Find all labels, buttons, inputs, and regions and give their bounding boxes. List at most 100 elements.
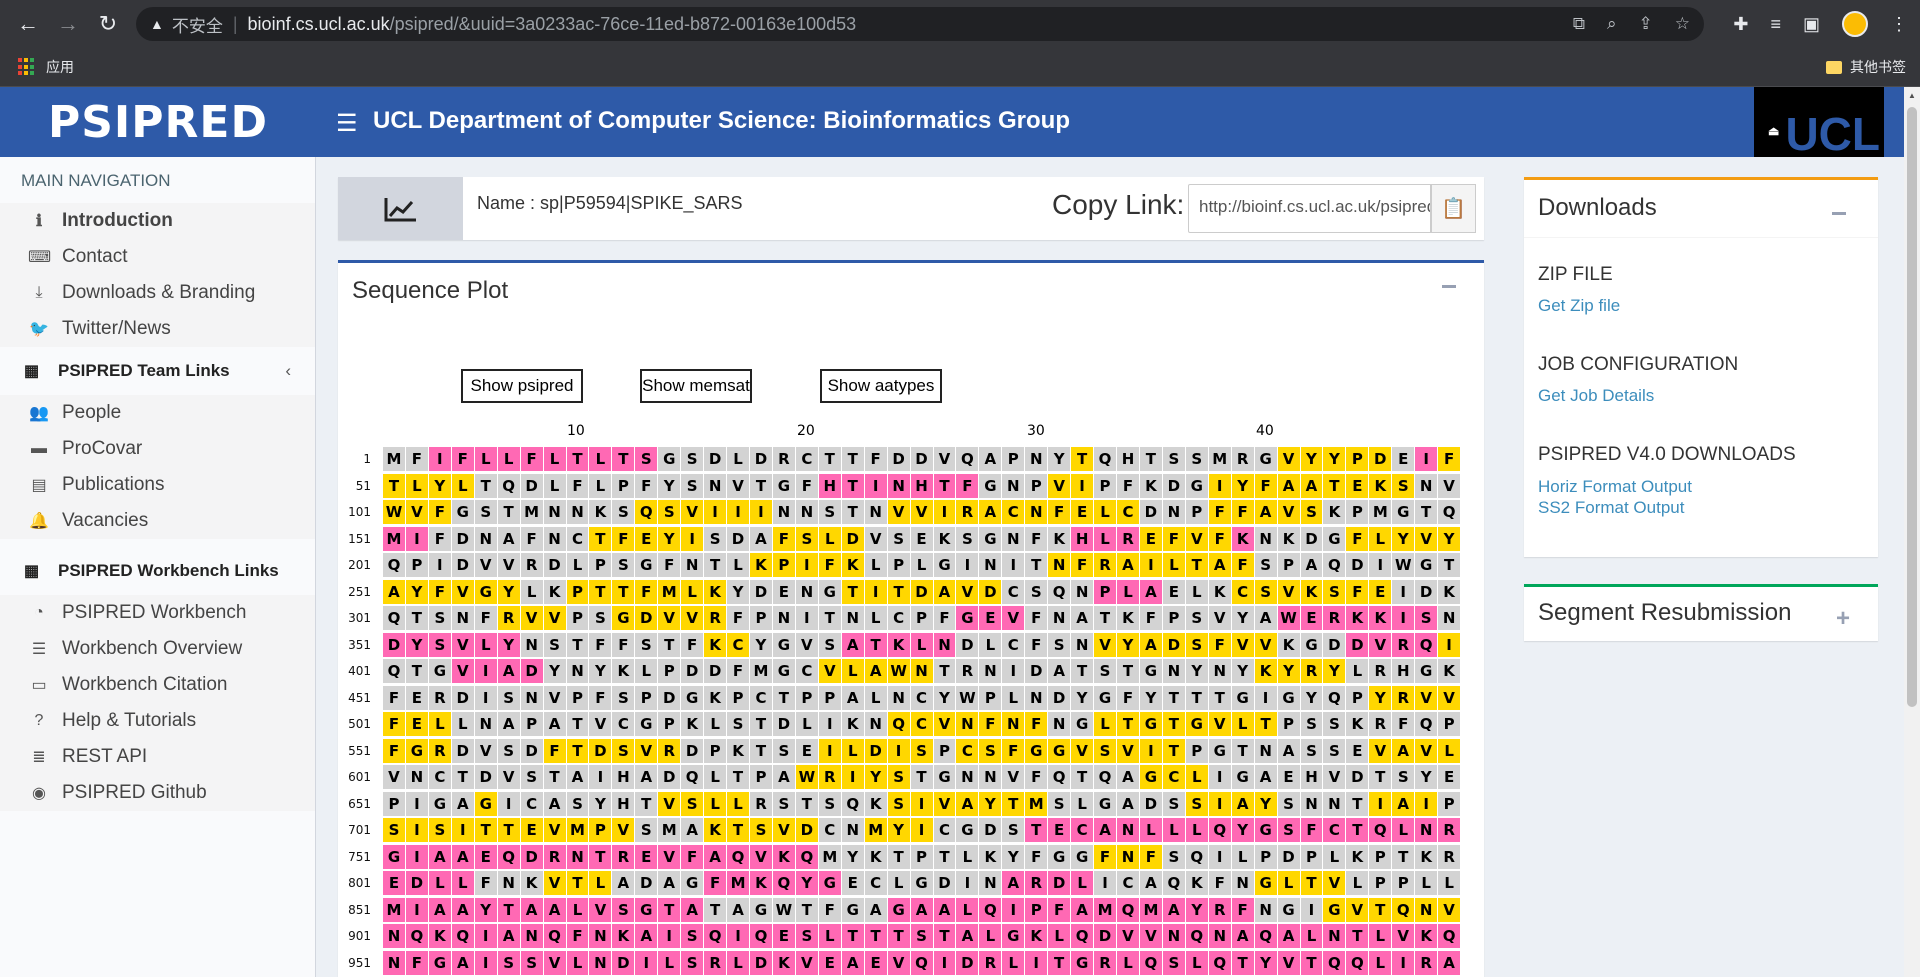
residue-cell: S [750, 818, 773, 843]
residue-cell: F [1002, 738, 1026, 763]
residue-cell: P [383, 791, 406, 816]
residue-cell: M [727, 871, 750, 896]
sidebar-item-label: Publications [62, 474, 165, 495]
clipboard-button[interactable]: 📋 [1431, 184, 1476, 233]
sidebar-item-workbench-overview[interactable]: ☰ Workbench Overview [0, 631, 315, 667]
sequence-row: 801 E D L L F N K V T L A D A G F M K Q Y G E C L G D I N A R D L I C A Q K F… [338, 870, 1462, 897]
sidebar-item-downloads-branding[interactable]: ⤓ Downloads & Branding [0, 275, 315, 311]
sidebar-item-publications[interactable]: ▤ Publications [0, 467, 315, 503]
sidepanel-icon[interactable]: ▣ [1803, 14, 1820, 35]
residue-cell: K [933, 526, 957, 551]
sidebar-item-help-tutorials[interactable]: ? Help & Tutorials [0, 703, 315, 739]
residue-cell: S [520, 950, 544, 975]
residue-cell: Y [887, 818, 911, 843]
residue-cell: P [1369, 844, 1393, 869]
collapse-icon[interactable] [1442, 285, 1456, 288]
sidebar-item-procovar[interactable]: ▬ ProCovar [0, 431, 315, 467]
residue-cell: D [727, 526, 750, 551]
ss2-format-link[interactable]: SS2 Format Output [1538, 498, 1684, 518]
forward-icon[interactable]: → [50, 6, 86, 42]
residue-cell: L [864, 606, 888, 631]
horiz-format-link[interactable]: Horiz Format Output [1538, 477, 1692, 497]
residue-cell: F [1117, 473, 1140, 498]
sidebar-item-introduction[interactable]: ℹ Introduction [0, 203, 315, 239]
residue-cell: M [864, 818, 888, 843]
residue-cell: G [887, 897, 911, 922]
ucl-logo[interactable]: ⏏ UCL [1754, 87, 1884, 157]
residue-cell: S [681, 447, 705, 472]
page-header: PSIPRED ☰ UCL Department of Computer Sci… [0, 87, 1904, 157]
sidebar-item-vacancies[interactable]: 🔔 Vacancies [0, 503, 315, 539]
hamburger-icon[interactable]: ☰ [336, 109, 358, 138]
extensions-icon[interactable]: ✚ [1733, 14, 1748, 35]
residue-cell: N [1415, 897, 1439, 922]
share-icon[interactable]: ⇪ [1639, 14, 1653, 34]
url-text[interactable]: bioinf.cs.ucl.ac.uk/psipred/&uuid=3a0233… [248, 14, 857, 35]
residue-cell: I [956, 871, 980, 896]
residue-cell: D [1048, 871, 1072, 896]
sidebar-item-rest-api[interactable]: ≣ REST API [0, 739, 315, 775]
star-icon[interactable]: ☆ [1675, 14, 1690, 34]
residue-cell: A [864, 659, 888, 684]
page-scrollbar[interactable]: ▲ [1904, 87, 1920, 977]
copy-link-input[interactable]: http://bioinf.cs.ucl.ac.uk/psipred/&uuid… [1188, 184, 1431, 233]
residue-cell: Q [543, 924, 567, 949]
address-bar[interactable]: ▲ 不安全 | bioinf.cs.ucl.ac.uk/psipred/&uui… [136, 7, 1704, 41]
residue-cell: S [1300, 712, 1324, 737]
show-aatypes-button[interactable]: Show aatypes [820, 369, 942, 403]
residue-cell: V [589, 712, 613, 737]
back-icon[interactable]: ← [10, 6, 46, 42]
workbench-links-group[interactable]: ▦ PSIPRED Workbench Links [0, 547, 315, 595]
residue-cell: V [1277, 950, 1301, 975]
menu-icon[interactable]: ⋮ [1890, 14, 1908, 35]
grid-icon: ▦ [24, 363, 40, 380]
segment-resubmission-panel: Segment Resubmission + [1524, 584, 1878, 641]
get-zip-link[interactable]: Get Zip file [1538, 296, 1620, 316]
job-info-box: Name : sp|P59594|SPIKE_SARS Copy Link: h… [338, 177, 1484, 240]
residue-cell: L [451, 712, 475, 737]
residue-cell: T [497, 818, 521, 843]
sidebar-item-workbench-citation[interactable]: ▭ Workbench Citation [0, 667, 315, 703]
residue-cell: R [704, 606, 728, 631]
apps-icon[interactable] [18, 58, 36, 76]
psipred-logo[interactable]: PSIPRED [0, 87, 316, 157]
residue-cell: T [1117, 712, 1140, 737]
residue-cell: K [681, 712, 705, 737]
residue-cell: F [1025, 712, 1049, 737]
sidebar-item-label: ProCovar [62, 438, 143, 459]
expand-icon[interactable]: + [1836, 605, 1850, 633]
sidebar-item-contact[interactable]: ⌨ Contact [0, 239, 315, 275]
profile-avatar[interactable] [1842, 11, 1868, 37]
team-links-group[interactable]: ▦ PSIPRED Team Links ‹ [0, 347, 315, 395]
residue-cell: F [1231, 897, 1255, 922]
residue-cell: A [1254, 500, 1278, 525]
residue-cell: I [910, 791, 934, 816]
sidebar-item-people[interactable]: 👥 People [0, 395, 315, 431]
residue-cell: L [474, 632, 498, 657]
get-job-details-link[interactable]: Get Job Details [1538, 386, 1654, 406]
residue-cell: I [589, 765, 613, 790]
residue-cell: V [1323, 765, 1347, 790]
residue-cell: P [520, 712, 544, 737]
residue-cell: K [979, 844, 1003, 869]
residue-cell: F [1392, 712, 1416, 737]
scroll-up-icon[interactable]: ▲ [1908, 91, 1916, 100]
reload-icon[interactable]: ↻ [90, 6, 126, 42]
scroll-thumb[interactable] [1907, 107, 1917, 707]
translate-icon[interactable]: ⧉ [1573, 14, 1585, 34]
show-psipred-button[interactable]: Show psipred [461, 369, 583, 403]
residue-cell: C [887, 606, 911, 631]
show-memsat-button[interactable]: Show memsat [640, 369, 752, 403]
residue-cell: S [1323, 712, 1347, 737]
residue-cell: K [1346, 712, 1370, 737]
sidebar-item-psipred-github[interactable]: ◉ PSIPRED Github [0, 775, 315, 811]
residue-cell: L [1438, 738, 1462, 763]
media-icon[interactable]: ≡ [1770, 14, 1781, 35]
collapse-icon[interactable] [1832, 212, 1846, 215]
sidebar-item-twitter-news[interactable]: 🐦 Twitter/News [0, 311, 315, 347]
sidebar-item-psipred-workbench[interactable]: ◔ PSIPRED Workbench [0, 595, 315, 631]
residue-cell: P [566, 685, 590, 710]
zoom-icon[interactable]: ⌕ [1607, 14, 1617, 34]
apps-bookmark[interactable]: 应用 [46, 57, 74, 77]
other-bookmarks[interactable]: 其他书签 [1826, 57, 1906, 77]
